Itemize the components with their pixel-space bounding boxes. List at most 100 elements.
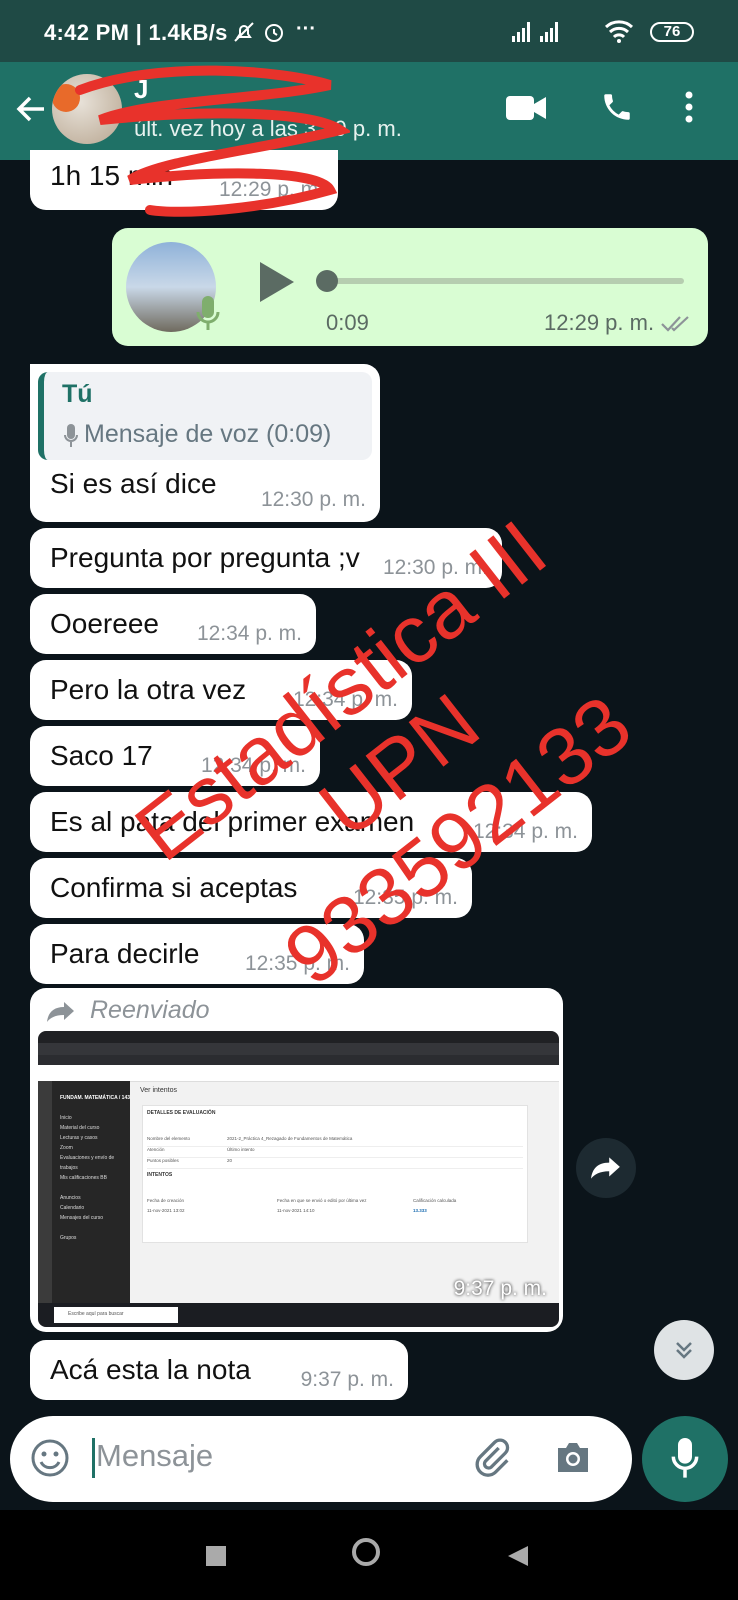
recent-apps-button[interactable] <box>206 1546 226 1566</box>
message-time: 12:34 p. m. <box>472 820 578 843</box>
more-status-icon: ··· <box>296 18 316 40</box>
message-bubble[interactable]: Saco 17 12:34 p. m. <box>30 726 320 786</box>
message-bubble[interactable]: Para decirle 12:35 p. m. <box>30 924 364 984</box>
message-text: Es al pata del primer examen <box>50 806 415 837</box>
detail-row: Puntos posibles 20 <box>147 1158 523 1169</box>
message-time: 12:34 p. m. <box>196 622 302 645</box>
scroll-to-bottom-button[interactable] <box>654 1320 714 1380</box>
record-voice-button[interactable] <box>642 1416 728 1502</box>
screenshot-menu-item: Inicio <box>60 1115 72 1121</box>
screenshot-menu-item: Anuncios <box>60 1195 81 1201</box>
taskbar-search-text: Escribe aquí para buscar <box>68 1311 124 1317</box>
browser-bookmarks <box>38 1055 559 1065</box>
attempts-heading: INTENTOS <box>147 1172 173 1178</box>
message-text: Confirma si aceptas <box>50 872 298 903</box>
page-title: Ver intentos <box>140 1087 177 1094</box>
message-bubble[interactable]: Acá esta la nota 9:37 p. m. <box>30 1340 408 1400</box>
detail-label: Nombre del elemento <box>147 1136 191 1141</box>
text-caret <box>92 1438 95 1478</box>
message-bubble[interactable]: Es al pata del primer examen 12:34 p. m. <box>30 792 592 852</box>
battery-indicator: 76 <box>650 22 694 42</box>
message-text: Pero la otra vez <box>50 674 247 705</box>
screenshot-menu-item: Lecturas y casos <box>60 1135 98 1141</box>
attempts-header-row: Fecha de creación Fecha en que se envió o… <box>147 1198 523 1208</box>
shared-screenshot[interactable]: FUNDAM. MATEMÁTICA / 143 Inicio Material … <box>38 1031 559 1327</box>
attempts-col-header: Fecha en que se envió o editó por última… <box>277 1198 367 1203</box>
image-time: 9:37 p. m. <box>453 1277 547 1300</box>
reply-message-bubble[interactable]: Tú Mensaje de voz (0:09) Si es así dice … <box>30 364 380 522</box>
message-bubble[interactable]: 1h 15 min 12:29 p. m. <box>30 150 338 210</box>
taskbar: Escribe aquí para buscar <box>38 1303 559 1327</box>
message-text: Ooereee <box>50 608 159 639</box>
taskbar-search: Escribe aquí para buscar <box>54 1307 178 1323</box>
sidebar-strip <box>38 1081 52 1303</box>
message-time: 12:34 p. m. <box>292 688 398 711</box>
forwarded-icon <box>47 1002 74 1022</box>
message-time: 12:35 p. m. <box>244 952 350 975</box>
course-title: FUNDAM. MATEMÁTICA / 143 <box>60 1095 130 1101</box>
play-icon[interactable] <box>256 260 296 304</box>
mute-icon <box>234 22 254 42</box>
voice-duration: 0:09 <box>326 310 369 335</box>
double-chevron-down-icon <box>676 1342 692 1359</box>
detail-value: 2021-2_Práctica 4_Rezagado de Fundamento… <box>227 1136 353 1141</box>
voice-progress-handle[interactable] <box>316 270 338 292</box>
details-panel: DETALLES DE EVALUACIÓN Nombre del elemen… <box>142 1105 528 1243</box>
message-time: 12:30 p. m. <box>260 488 366 511</box>
course-topbar <box>38 1065 559 1082</box>
message-time: 12:30 p. m. <box>382 556 488 579</box>
attempts-col-header: Calificación calculada <box>413 1198 457 1203</box>
voice-message-bubble[interactable]: 0:09 12:29 p. m. <box>112 228 708 346</box>
detail-value: Último intento <box>227 1147 255 1152</box>
detail-row: Atención Último intento <box>147 1147 523 1158</box>
message-bubble[interactable]: Pregunta por pregunta ;v 12:30 p. m. <box>30 528 502 588</box>
contact-name[interactable]: J <box>134 74 148 105</box>
mic-icon <box>64 424 78 447</box>
forward-button[interactable] <box>576 1138 636 1198</box>
video-call-icon[interactable] <box>506 94 546 122</box>
camera-icon[interactable] <box>554 1440 592 1476</box>
screenshot-menu-item: Mis calificaciones BB <box>60 1175 107 1181</box>
screenshot-menu-item: Mensajes del curso <box>60 1215 104 1221</box>
chat-header: J últ. vez hoy a las 3:19 p. m. <box>0 62 738 160</box>
message-time: 9:37 p. m. <box>300 1368 394 1391</box>
browser-addressbar <box>38 1043 559 1055</box>
attach-icon[interactable] <box>472 1438 512 1478</box>
forwarded-label: Reenviado <box>90 996 210 1024</box>
wifi-icon <box>604 20 634 43</box>
message-bubble[interactable]: Confirma si aceptas 12:35 p. m. <box>30 858 472 918</box>
attempt-cell: 13.333 <box>413 1208 427 1213</box>
message-bubble[interactable]: Pero la otra vez 12:34 p. m. <box>30 660 412 720</box>
alarm-icon <box>265 24 283 42</box>
voice-call-icon[interactable] <box>600 90 634 124</box>
message-bubble[interactable]: Ooereee 12:34 p. m. <box>30 594 316 654</box>
message-text: Saco 17 <box>50 740 153 771</box>
message-input[interactable]: Mensaje <box>96 1438 213 1474</box>
message-text: Para decirle <box>50 938 200 969</box>
back-nav-icon[interactable] <box>506 1544 530 1568</box>
signal-icon <box>512 22 558 42</box>
message-input-bar: Mensaje <box>10 1416 632 1502</box>
message-text: Pregunta por pregunta ;v <box>50 542 360 573</box>
message-time: 12:34 p. m. <box>200 754 306 777</box>
emoji-icon[interactable] <box>30 1438 70 1478</box>
detail-row: Nombre del elemento 2021-2_Práctica 4_Rez… <box>147 1136 523 1147</box>
contact-avatar[interactable] <box>52 74 122 144</box>
home-button[interactable] <box>352 1538 380 1566</box>
message-time: 12:29 p. m. <box>544 310 655 335</box>
attempt-cell: 11-nov-2021 14:10 <box>277 1208 315 1213</box>
message-text: Acá esta la nota <box>50 1354 251 1385</box>
message-text: Si es así dice <box>50 468 217 499</box>
screenshot-menu-item: Calendario <box>60 1205 85 1211</box>
system-nav-bar <box>0 1510 738 1600</box>
back-arrow-icon[interactable] <box>14 92 48 126</box>
read-receipt-icon <box>661 316 689 332</box>
message-time: 12:29 p. m. <box>218 178 324 201</box>
quoted-message[interactable]: Tú Mensaje de voz (0:09) <box>38 372 372 460</box>
status-time: 4:42 PM | 1.4kB/s <box>44 20 228 45</box>
attempt-row: 11-nov-2021 13:02 11-nov-2021 14:10 13.333 <box>147 1208 523 1218</box>
last-seen: últ. vez hoy a las 3:19 p. m. <box>134 116 402 141</box>
menu-kebab-icon[interactable] <box>684 90 694 124</box>
screenshot-menu-item: Grupos <box>60 1235 77 1241</box>
voice-progress-track[interactable] <box>324 278 684 284</box>
